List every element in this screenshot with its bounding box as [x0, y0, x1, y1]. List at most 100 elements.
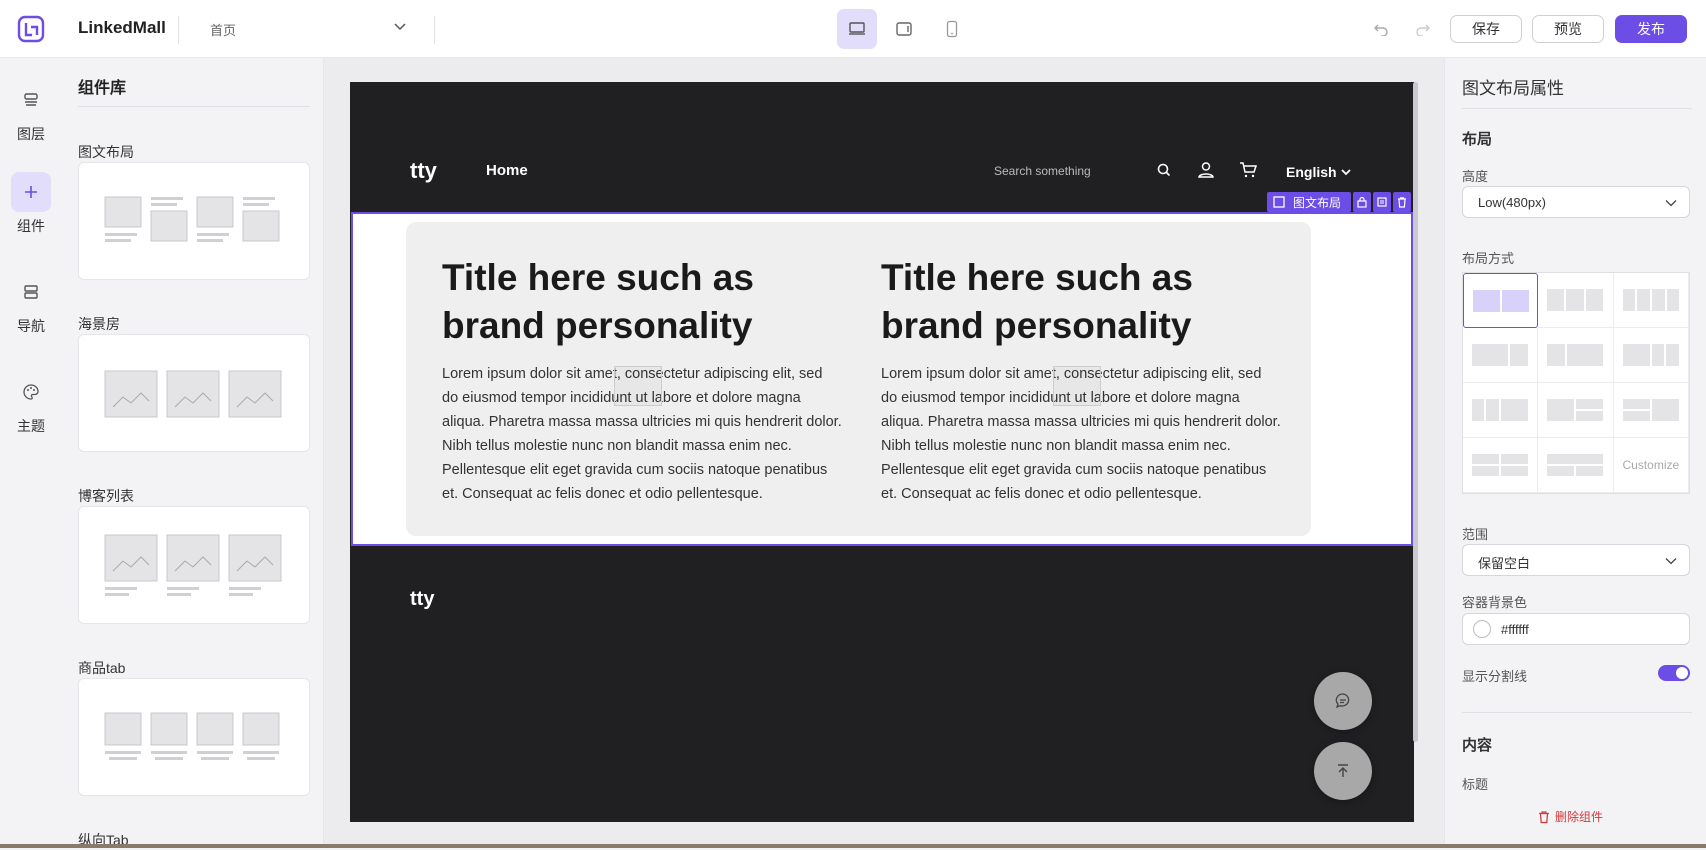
redo-icon — [1416, 24, 1430, 36]
thumbnail-image-icon — [104, 370, 282, 418]
save-button[interactable]: 保存 — [1450, 15, 1522, 43]
layout-option[interactable] — [1463, 328, 1539, 383]
undo-icon — [1374, 24, 1388, 36]
layout-option[interactable] — [1463, 438, 1539, 493]
height-value: Low(480px) — [1478, 195, 1546, 210]
range-select[interactable]: 保留空白 — [1462, 544, 1690, 576]
rail-label: 主题 — [17, 418, 45, 434]
palette-icon — [11, 372, 51, 412]
publish-button[interactable]: 发布 — [1615, 15, 1687, 43]
divider — [1462, 712, 1692, 713]
tablet-view-button[interactable] — [884, 9, 924, 49]
rail-label: 图层 — [17, 126, 45, 142]
layout-option[interactable] — [1538, 438, 1614, 493]
layout-mode-label: 布局方式 — [1462, 251, 1515, 266]
layout-section-title: 布局 — [1462, 131, 1493, 148]
divider — [78, 106, 310, 107]
content-card[interactable]: Title here such as brand personality Lor… — [845, 222, 1311, 536]
app-brand: LinkedMall — [78, 18, 166, 37]
page-canvas[interactable]: tty Home Search something English 图文布局 T… — [350, 82, 1414, 822]
layers-icon — [11, 80, 51, 120]
mobile-view-button[interactable] — [932, 9, 972, 49]
color-swatch[interactable] — [1473, 620, 1491, 638]
divider-toggle-label: 显示分割线 — [1462, 669, 1528, 684]
lock-icon — [1357, 196, 1367, 208]
redo-button[interactable] — [1412, 18, 1434, 40]
divider — [434, 16, 435, 44]
user-icon[interactable] — [1196, 160, 1216, 180]
footer-logo[interactable]: tty — [410, 588, 434, 611]
back-to-top-button[interactable] — [1314, 742, 1372, 800]
copy-icon — [1377, 197, 1387, 207]
language-select[interactable]: English — [1286, 164, 1352, 180]
chevron-down-icon[interactable] — [392, 18, 408, 34]
mobile-icon — [946, 20, 958, 38]
component-thumb-blog-list[interactable] — [78, 506, 310, 624]
delete-component-button[interactable]: 删除组件 — [1537, 808, 1603, 825]
layout-option[interactable] — [1613, 383, 1689, 438]
content-section-title: 内容 — [1462, 737, 1493, 754]
layout-option[interactable] — [1463, 273, 1539, 328]
chevron-down-icon — [1665, 558, 1677, 565]
height-select[interactable]: Low(480px) — [1462, 186, 1690, 218]
divider-toggle[interactable] — [1658, 665, 1690, 681]
image-text-layout-block[interactable]: 图文布局 Title here such as brand personalit… — [351, 192, 1413, 546]
tablet-icon — [896, 22, 912, 36]
component-thumb-image-text[interactable] — [78, 162, 310, 280]
title-label: 标题 — [1462, 777, 1489, 792]
plus-icon — [11, 172, 51, 212]
card-title: Title here such as brand personality — [442, 257, 754, 346]
search-icon[interactable] — [1154, 160, 1174, 180]
nav-icon — [11, 272, 51, 312]
thumbnail-image-icon — [104, 196, 280, 242]
canvas-scrollbar[interactable] — [1413, 82, 1418, 742]
top-toolbar: LinkedMall 首页 保存 预览 发布 — [0, 0, 1706, 58]
linkedmall-logo-icon — [17, 15, 45, 43]
card-title: Title here such as brand personality — [881, 257, 1193, 346]
layout-option[interactable] — [1538, 328, 1614, 383]
editor-canvas-area: tty Home Search something English 图文布局 T… — [324, 58, 1444, 848]
arrow-up-icon — [1338, 764, 1348, 777]
selection-label-text: 图文布局 — [1292, 195, 1341, 210]
undo-button[interactable] — [1370, 18, 1392, 40]
delete-block-button[interactable] — [1393, 192, 1411, 212]
divider — [178, 16, 179, 44]
rail-item-components[interactable]: 组件 — [10, 172, 52, 236]
rail-item-layers[interactable]: 图层 — [10, 80, 52, 144]
chevron-down-icon — [1341, 169, 1352, 176]
range-label: 范围 — [1462, 527, 1489, 542]
component-thumb-seaview[interactable] — [78, 334, 310, 452]
chevron-down-icon — [1665, 200, 1677, 207]
cart-icon[interactable] — [1238, 160, 1258, 180]
selection-label[interactable]: 图文布局 — [1266, 192, 1351, 212]
layout-option[interactable] — [1613, 328, 1689, 383]
copy-button[interactable] — [1373, 192, 1391, 212]
chat-icon — [1335, 693, 1350, 709]
layout-option[interactable] — [1463, 383, 1539, 438]
layout-option[interactable] — [1538, 383, 1614, 438]
bg-color-input[interactable]: #ffffff — [1462, 613, 1690, 645]
rail-item-navigation[interactable]: 导航 — [10, 272, 52, 336]
layout-option[interactable] — [1538, 273, 1614, 328]
preview-button[interactable]: 预览 — [1532, 15, 1604, 43]
desktop-view-button[interactable] — [837, 9, 877, 49]
site-search-input[interactable]: Search something — [994, 164, 1091, 178]
selection-toolbar: 图文布局 — [1266, 192, 1411, 212]
layout-option[interactable] — [1613, 273, 1689, 328]
image-placeholder-icon — [614, 366, 662, 406]
rail-item-theme[interactable]: 主题 — [10, 372, 52, 436]
page-select[interactable]: 首页 — [210, 20, 236, 39]
bg-color-value: #ffffff — [1501, 622, 1529, 637]
library-section-label: 图文布局 — [78, 144, 134, 160]
content-card[interactable]: Title here such as brand personality Lor… — [406, 222, 872, 536]
range-value: 保留空白 — [1478, 556, 1531, 571]
lock-button[interactable] — [1353, 192, 1371, 212]
thumbnail-image-icon — [104, 534, 282, 596]
rail-label: 导航 — [17, 318, 45, 334]
left-rail: 图层 组件 导航 主题 — [0, 58, 62, 848]
layout-option-customize[interactable]: Customize — [1613, 438, 1689, 493]
component-thumb-product-tab[interactable] — [78, 678, 310, 796]
site-logo[interactable]: tty — [410, 158, 437, 184]
chat-button[interactable] — [1314, 672, 1372, 730]
site-nav-home[interactable]: Home — [486, 162, 528, 179]
